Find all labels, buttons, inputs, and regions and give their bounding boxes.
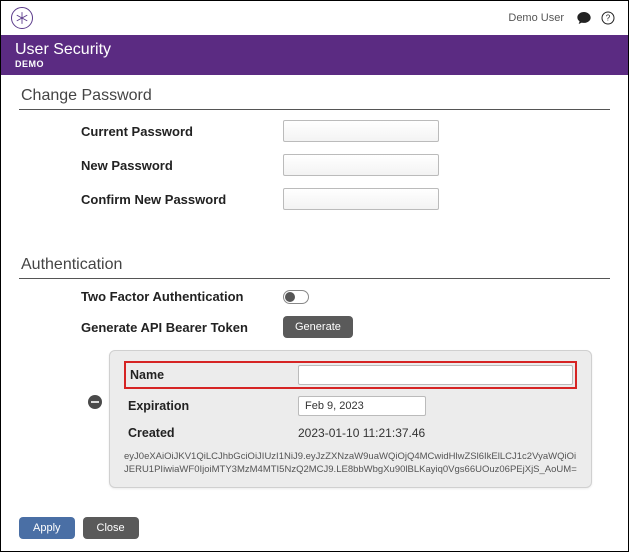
help-icon[interactable]: ? xyxy=(600,10,616,26)
minus-icon xyxy=(91,398,99,406)
confirm-password-label: Confirm New Password xyxy=(19,192,283,207)
token-string: eyJ0eXAiOiJKV1QiLCJhbGciOiJIUzI1NiJ9.eyJ… xyxy=(124,451,577,477)
token-created-value: 2023-01-10 11:21:37.46 xyxy=(294,423,577,443)
app-logo xyxy=(11,7,33,29)
token-name-row-highlight: Name xyxy=(124,361,577,389)
new-password-input[interactable] xyxy=(283,154,439,176)
chat-icon[interactable] xyxy=(576,10,592,26)
token-expiration-label: Expiration xyxy=(124,396,294,416)
current-password-input[interactable] xyxy=(283,120,439,142)
section-change-password: Change Password xyxy=(19,83,610,110)
token-expiration-input[interactable]: Feb 9, 2023 xyxy=(298,396,426,416)
apply-button[interactable]: Apply xyxy=(19,517,75,539)
token-expiration-value: Feb 9, 2023 xyxy=(305,400,364,412)
token-created-label: Created xyxy=(124,423,294,443)
generate-token-label: Generate API Bearer Token xyxy=(19,320,283,335)
two-factor-label: Two Factor Authentication xyxy=(19,289,283,304)
page-title: User Security xyxy=(15,41,614,59)
two-factor-toggle[interactable] xyxy=(283,290,309,304)
current-password-label: Current Password xyxy=(19,124,283,139)
topbar: Demo User ? xyxy=(1,1,628,35)
token-name-label: Name xyxy=(128,365,298,385)
page-subtitle: DEMO xyxy=(15,59,614,69)
close-button[interactable]: Close xyxy=(83,517,139,539)
new-password-label: New Password xyxy=(19,158,283,173)
token-card: Name Expiration Feb 9, 2023 Created 2023… xyxy=(109,350,592,488)
remove-token-button[interactable] xyxy=(88,395,102,409)
page-banner: User Security DEMO xyxy=(1,35,628,75)
token-name-input[interactable] xyxy=(298,365,573,385)
svg-text:?: ? xyxy=(606,14,611,23)
footer-actions: Apply Close xyxy=(19,517,139,539)
section-authentication: Authentication xyxy=(19,252,610,279)
generate-button[interactable]: Generate xyxy=(283,316,353,338)
confirm-password-input[interactable] xyxy=(283,188,439,210)
logo-icon xyxy=(15,11,29,25)
current-user: Demo User xyxy=(508,12,564,24)
